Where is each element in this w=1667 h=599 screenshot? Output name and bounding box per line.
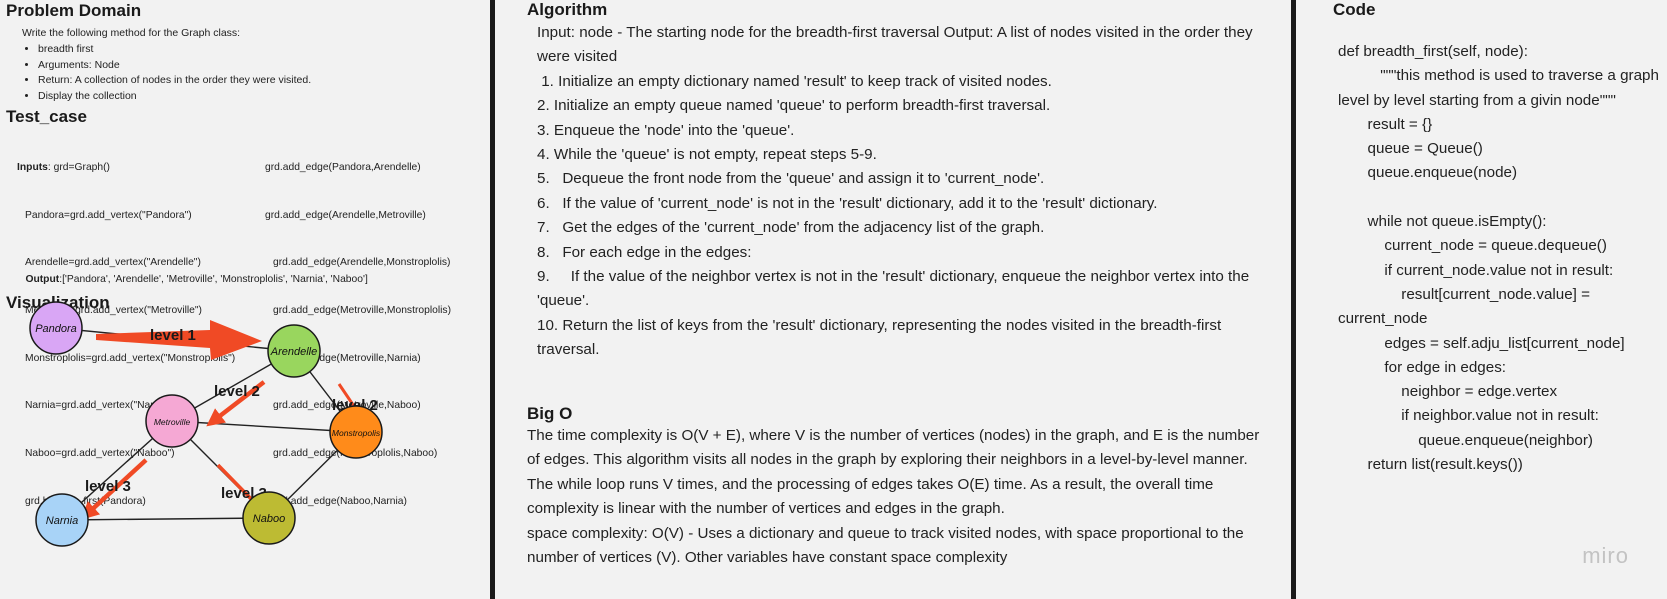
big-o-body: The time complexity is O(V + E), where V… (527, 424, 1272, 570)
code-line: neighbor = edge.vertex (1338, 383, 1558, 401)
edge-metroville-monstropolis (171, 420, 357, 433)
level-label: level 2 (214, 383, 260, 400)
inputs-label: Inputs (17, 161, 48, 173)
algorithm-step: 2. Initialize an empty queue named 'queu… (537, 97, 1051, 115)
algorithm-step: 3. Enqueue the 'node' into the 'queue'. (537, 121, 795, 139)
algorithm-panel: Algorithm Input: node - The starting nod… (497, 0, 1292, 599)
output-label: Output (25, 273, 60, 285)
node-label: Narnia (46, 515, 78, 527)
time-complexity: The time complexity is O(V + E), where V… (527, 427, 1260, 518)
algorithm-step: 1. Initialize an empty dictionary named … (537, 72, 1052, 90)
node-label: Naboo (253, 513, 285, 525)
algorithm-step: Input: node - The starting node for the … (537, 24, 1253, 66)
code-line: if current_node.value not in result: (1338, 261, 1614, 279)
node-narnia: Narnia (35, 493, 89, 547)
code-line: result[current_node.value] = current_nod… (1338, 285, 1595, 328)
test-case-input-line: Inputs: grd=Graph() (17, 161, 110, 173)
graph-visualization: level 1 level 2 level 2 level 3 level 3 … (29, 301, 383, 547)
big-o-title: Big O (527, 404, 573, 423)
code-line: queue = Queue() (1338, 140, 1483, 158)
level-label: level 3 (85, 478, 131, 495)
code-title: Code (1333, 0, 1376, 19)
code-line: edges = self.adju_list[current_node] (1338, 334, 1625, 352)
problem-domain-body: Write the following method for the Graph… (0, 20, 470, 105)
code-line: """this method is used to traverse a gra… (1338, 67, 1664, 109)
space-complexity: space complexity: O(V) - Uses a dictiona… (527, 524, 1244, 567)
problem-domain-bullets: breadth first Arguments: Node Return: A … (0, 42, 470, 105)
bullet-item: breadth first (38, 42, 470, 58)
code-line: queue.enqueue(node) (1338, 164, 1518, 182)
algorithm-step: 4. While the 'queue' is not empty, repea… (537, 146, 877, 164)
algorithm-step: 10. Return the list of keys from the 're… (537, 316, 1222, 359)
code-line: if neighbor.value not in result: (1338, 407, 1599, 425)
test-case-input-line: Pandora=grd.add_vertex("Pandora") (25, 209, 192, 221)
test-case-edge-line: grd.add_edge(Arendelle,Metroville) (265, 209, 426, 221)
bullet-item: Display the collection (38, 89, 470, 105)
node-naboo: Naboo (242, 491, 296, 545)
test-case-title: Test_case (6, 107, 87, 126)
code-line: for edge in edges: (1338, 358, 1507, 376)
bullet-item: Return: A collection of nodes in the ord… (38, 73, 470, 89)
code-line: result = {} (1338, 115, 1433, 133)
node-pandora: Pandora (29, 301, 83, 355)
problem-domain-title: Problem Domain (6, 1, 142, 20)
miro-logo: miro (1582, 543, 1629, 568)
node-label: Pandora (35, 323, 77, 335)
test-case-edge-line: grd.add_edge(Pandora,Arendelle) (265, 161, 421, 173)
level-label: level 1 (150, 327, 196, 344)
algorithm-steps: Input: node - The starting node for the … (537, 21, 1277, 363)
algorithm-step: 8. For each edge in the edges: (537, 243, 752, 261)
problem-domain-intro: Write the following method for the Graph… (22, 27, 241, 39)
code-line: return list(result.keys()) (1338, 456, 1523, 474)
bullet-item: Arguments: Node (38, 58, 470, 74)
algorithm-step: 5. Dequeue the front node from the 'queu… (537, 170, 1045, 188)
node-arendelle: Arendelle (267, 324, 321, 378)
algorithm-step: 6. If the value of 'current_node' is not… (537, 194, 1158, 212)
edge-naboo-narnia (61, 517, 270, 521)
node-label: Monstropolis (332, 428, 381, 438)
code-panel: Code def breadth_first(self, node): """t… (1297, 0, 1667, 599)
column-divider-left (490, 0, 495, 599)
algorithm-title: Algorithm (527, 0, 608, 19)
code-line: while not queue.isEmpty(): (1338, 213, 1547, 231)
code-line: def breadth_first(self, node): (1338, 43, 1528, 60)
problem-panel: Problem Domain Write the following metho… (0, 0, 490, 599)
code-line: current_node = queue.dequeue() (1338, 237, 1607, 255)
code-block: def breadth_first(self, node): """this m… (1338, 40, 1660, 477)
code-line: queue.enqueue(neighbor) (1338, 431, 1593, 449)
node-metroville: Metroville (145, 394, 199, 448)
algorithm-step: 9. If the value of the neighbor vertex i… (537, 268, 1254, 310)
node-label: Metroville (154, 417, 191, 427)
output-value: :['Pandora', 'Arendelle', 'Metroville', … (59, 273, 368, 285)
node-monstropolis: Monstropolis (329, 405, 383, 459)
algorithm-step: 7. Get the edges of the 'current_node' f… (537, 219, 1045, 237)
node-label: Arendelle (270, 346, 317, 358)
